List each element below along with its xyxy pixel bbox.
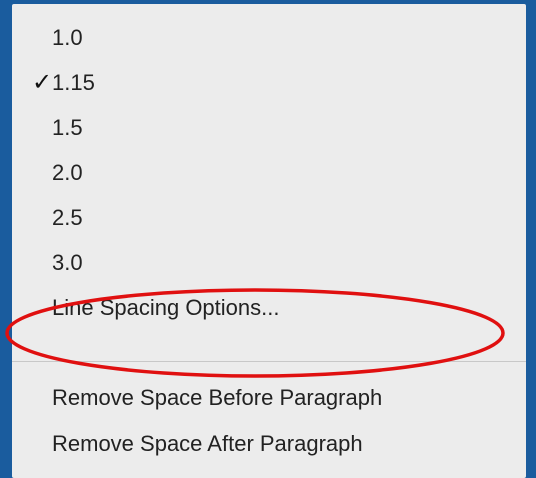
menu-item-2-5[interactable]: 2.5 — [12, 198, 526, 238]
menu-item-line-spacing-options[interactable]: Line Spacing Options... — [12, 288, 526, 328]
menu-item-label: Remove Space After Paragraph — [52, 431, 363, 456]
menu-item-remove-space-after[interactable]: Remove Space After Paragraph — [12, 424, 526, 464]
menu-item-3-0[interactable]: 3.0 — [12, 243, 526, 283]
menu-item-1-0[interactable]: 1.0 — [12, 18, 526, 58]
menu-item-2-0[interactable]: 2.0 — [12, 153, 526, 193]
screen-background: 1.0 ✓ 1.15 1.5 2.0 2.5 3.0 Line Spacing … — [0, 0, 536, 478]
menu-item-label: 1.0 — [52, 25, 83, 50]
menu-item-label: Remove Space Before Paragraph — [52, 385, 383, 410]
menu-item-label: 2.5 — [52, 205, 83, 230]
menu-item-label: 1.15 — [52, 70, 95, 95]
menu-item-1-5[interactable]: 1.5 — [12, 108, 526, 148]
menu-item-1-15[interactable]: ✓ 1.15 — [12, 63, 526, 103]
menu-item-label: 2.0 — [52, 160, 83, 185]
menu-item-label: Line Spacing Options... — [52, 295, 280, 320]
menu-item-remove-space-before[interactable]: Remove Space Before Paragraph — [12, 378, 526, 418]
menu-item-label: 3.0 — [52, 250, 83, 275]
line-spacing-menu: 1.0 ✓ 1.15 1.5 2.0 2.5 3.0 Line Spacing … — [5, 4, 526, 478]
menu-item-label: 1.5 — [52, 115, 83, 140]
menu-divider — [12, 361, 526, 362]
